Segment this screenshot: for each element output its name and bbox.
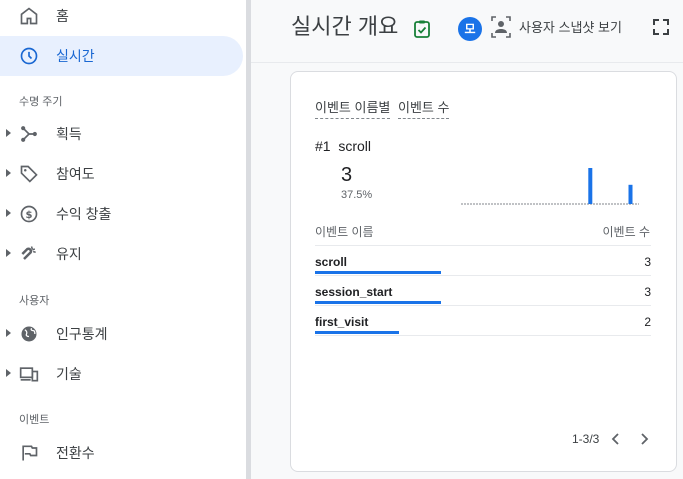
sparkline-bar	[628, 184, 633, 204]
sidebar-item-retention[interactable]: 유지	[0, 234, 243, 274]
sidebar-item-label: 획득	[56, 126, 82, 142]
clock-icon	[20, 47, 38, 65]
sidebar-item-label: 실시간	[56, 48, 95, 64]
sparkline-chart	[461, 168, 639, 205]
main-content: 실시간 개요 모 사용자 스냅샷 보기 이벤트 이름별 이벤트 수 #1 scr…	[251, 0, 683, 479]
user-snapshot-button[interactable]: 사용자 스냅샷 보기	[519, 17, 622, 36]
chevron-left-icon[interactable]	[609, 432, 623, 446]
magnet-icon	[21, 246, 36, 260]
section-label-user: 사용자	[19, 295, 50, 307]
event-name-cell[interactable]: scroll	[315, 255, 347, 269]
devices-icon	[19, 367, 39, 382]
card-title-part1: 이벤트 이름별	[315, 100, 391, 119]
sidebar-item-conversions[interactable]: 전환수	[0, 433, 243, 473]
expand-caret-icon[interactable]	[6, 169, 11, 177]
table-row[interactable]: scroll 3	[315, 246, 651, 276]
dollar-icon: $	[20, 205, 38, 223]
sidebar-item-label: 수익 창출	[56, 206, 112, 222]
event-count-card: 이벤트 이름별 이벤트 수 #1 scroll 3 37.5% 이벤트 이름 이…	[290, 71, 677, 472]
expand-caret-icon[interactable]	[6, 369, 11, 377]
sidebar-item-label: 유지	[56, 246, 82, 262]
sidebar-item-monetization[interactable]: $ 수익 창출	[0, 194, 243, 234]
sidebar-item-acquisition[interactable]: 획득	[0, 114, 243, 154]
event-name-cell[interactable]: session_start	[315, 285, 392, 299]
event-count-cell: 3	[644, 255, 651, 269]
table-row[interactable]: session_start 3	[315, 276, 651, 306]
event-count-cell: 3	[644, 285, 651, 299]
expand-caret-icon[interactable]	[6, 249, 11, 257]
column-header-event-count[interactable]: 이벤트 수	[603, 223, 651, 240]
tag-icon	[20, 165, 38, 183]
home-icon	[20, 7, 38, 25]
expand-caret-icon[interactable]	[6, 209, 11, 217]
flag-icon	[22, 445, 38, 461]
chevron-right-icon[interactable]	[637, 432, 651, 446]
card-title[interactable]: 이벤트 이름별 이벤트 수	[315, 97, 450, 119]
top-event-rank: #1	[315, 138, 331, 154]
avatar[interactable]: 모	[458, 17, 482, 41]
share-bar	[315, 331, 399, 334]
header-divider	[251, 62, 683, 63]
sparkline-bar	[588, 168, 593, 204]
acquisition-icon	[21, 126, 37, 142]
user-snapshot-icon[interactable]	[491, 16, 511, 38]
expand-caret-icon[interactable]	[6, 129, 11, 137]
top-event: #1 scroll	[315, 138, 371, 154]
top-event-name: scroll	[338, 138, 372, 154]
column-header-event-name[interactable]: 이벤트 이름	[315, 223, 374, 240]
share-bar	[315, 271, 441, 274]
sidebar: 홈 실시간 수명 주기 획득 참여도 $ 수익 창출 유지 사용자 인구통계 기…	[0, 0, 246, 479]
section-label-lifecycle: 수명 주기	[19, 96, 63, 108]
fullscreen-icon[interactable]	[653, 19, 669, 35]
svg-text:$: $	[26, 210, 33, 221]
top-event-value: 3	[341, 164, 353, 186]
share-bar	[315, 301, 441, 304]
sidebar-item-label: 인구통계	[56, 326, 108, 342]
sidebar-item-label: 홈	[56, 8, 69, 24]
card-title-part2: 이벤트 수	[398, 100, 450, 119]
event-name-cell[interactable]: first_visit	[315, 315, 368, 329]
sidebar-item-tech[interactable]: 기술	[0, 354, 243, 394]
verified-check-icon[interactable]	[414, 20, 430, 38]
sidebar-item-engagement[interactable]: 참여도	[0, 154, 243, 194]
sidebar-item-realtime[interactable]: 실시간	[0, 36, 243, 76]
pagination-label: 1-3/3	[572, 432, 600, 446]
event-count-cell: 2	[644, 315, 651, 329]
expand-caret-icon[interactable]	[6, 329, 11, 337]
globe-icon	[21, 326, 37, 342]
top-event-percent: 37.5%	[341, 189, 373, 201]
sidebar-item-label: 전환수	[56, 445, 95, 461]
sidebar-item-label: 참여도	[56, 166, 95, 182]
sidebar-item-label: 기술	[56, 366, 82, 382]
sidebar-item-demographics[interactable]: 인구통계	[0, 314, 243, 354]
table-row[interactable]: first_visit 2	[315, 306, 651, 336]
page-title: 실시간 개요	[291, 14, 399, 39]
sidebar-item-home[interactable]: 홈	[0, 0, 243, 36]
section-label-events: 이벤트	[19, 414, 50, 426]
